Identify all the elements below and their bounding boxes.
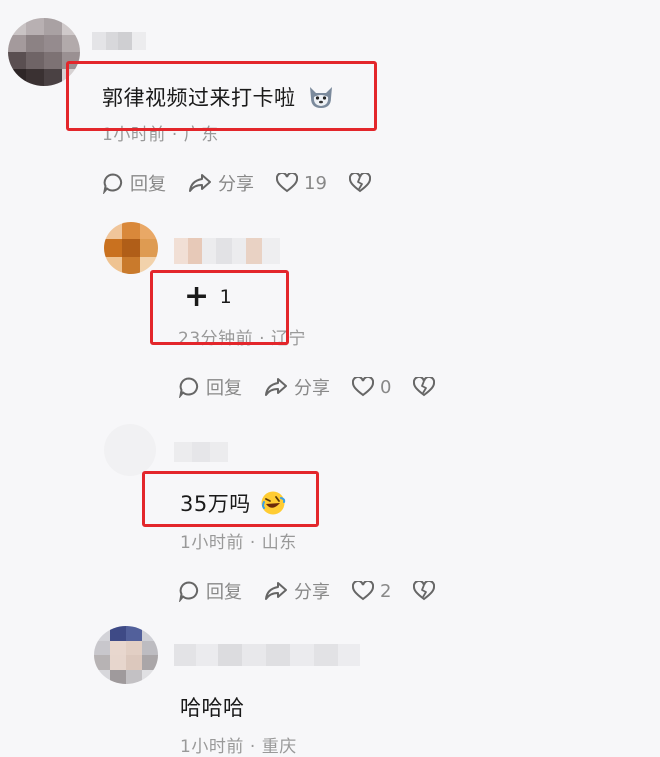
comment-meta: 1小时前 · 山东 <box>180 533 297 553</box>
avatar[interactable] <box>104 424 156 476</box>
share-button[interactable]: 分享 <box>264 374 330 400</box>
dislike-button[interactable] <box>413 581 436 601</box>
highlight-box <box>150 270 289 345</box>
like-count: 0 <box>380 376 392 398</box>
comment-bubble-icon <box>102 172 124 194</box>
comment-actions: 回复 分享 2 <box>178 578 436 604</box>
broken-heart-icon <box>413 377 436 397</box>
like-button[interactable]: 2 <box>352 581 391 602</box>
highlight-box <box>66 61 377 131</box>
comment-meta: 1小时前 · 重庆 <box>180 737 297 757</box>
avatar[interactable] <box>104 222 158 274</box>
broken-heart-icon <box>413 581 436 601</box>
username-blurred[interactable] <box>174 644 360 666</box>
share-arrow-icon <box>264 376 288 398</box>
comment-bubble-icon <box>178 580 200 602</box>
dislike-button[interactable] <box>348 173 371 193</box>
username-blurred[interactable] <box>92 32 146 50</box>
comment-text: 哈哈哈 <box>180 696 245 720</box>
heart-icon <box>352 377 374 397</box>
heart-icon <box>352 581 374 601</box>
comment-actions: 回复 分享 19 <box>102 170 371 196</box>
reply-button[interactable]: 回复 <box>178 578 242 604</box>
like-count: 19 <box>304 172 327 194</box>
comment-bubble-icon <box>178 376 200 398</box>
share-arrow-icon <box>264 580 288 602</box>
username-blurred[interactable] <box>174 238 280 264</box>
dislike-button[interactable] <box>413 377 436 397</box>
like-count: 2 <box>380 580 392 602</box>
like-button[interactable]: 0 <box>352 377 391 398</box>
avatar[interactable] <box>94 626 158 684</box>
comment-actions: 回复 分享 0 <box>178 374 436 400</box>
username-blurred[interactable] <box>174 442 228 462</box>
heart-icon <box>276 173 298 193</box>
share-arrow-icon <box>188 172 212 194</box>
share-button[interactable]: 分享 <box>264 578 330 604</box>
reply-button[interactable]: 回复 <box>102 170 166 196</box>
reply-button[interactable]: 回复 <box>178 374 242 400</box>
like-button[interactable]: 19 <box>276 173 327 194</box>
broken-heart-icon <box>348 173 371 193</box>
share-button[interactable]: 分享 <box>188 170 254 196</box>
highlight-box <box>142 471 319 527</box>
